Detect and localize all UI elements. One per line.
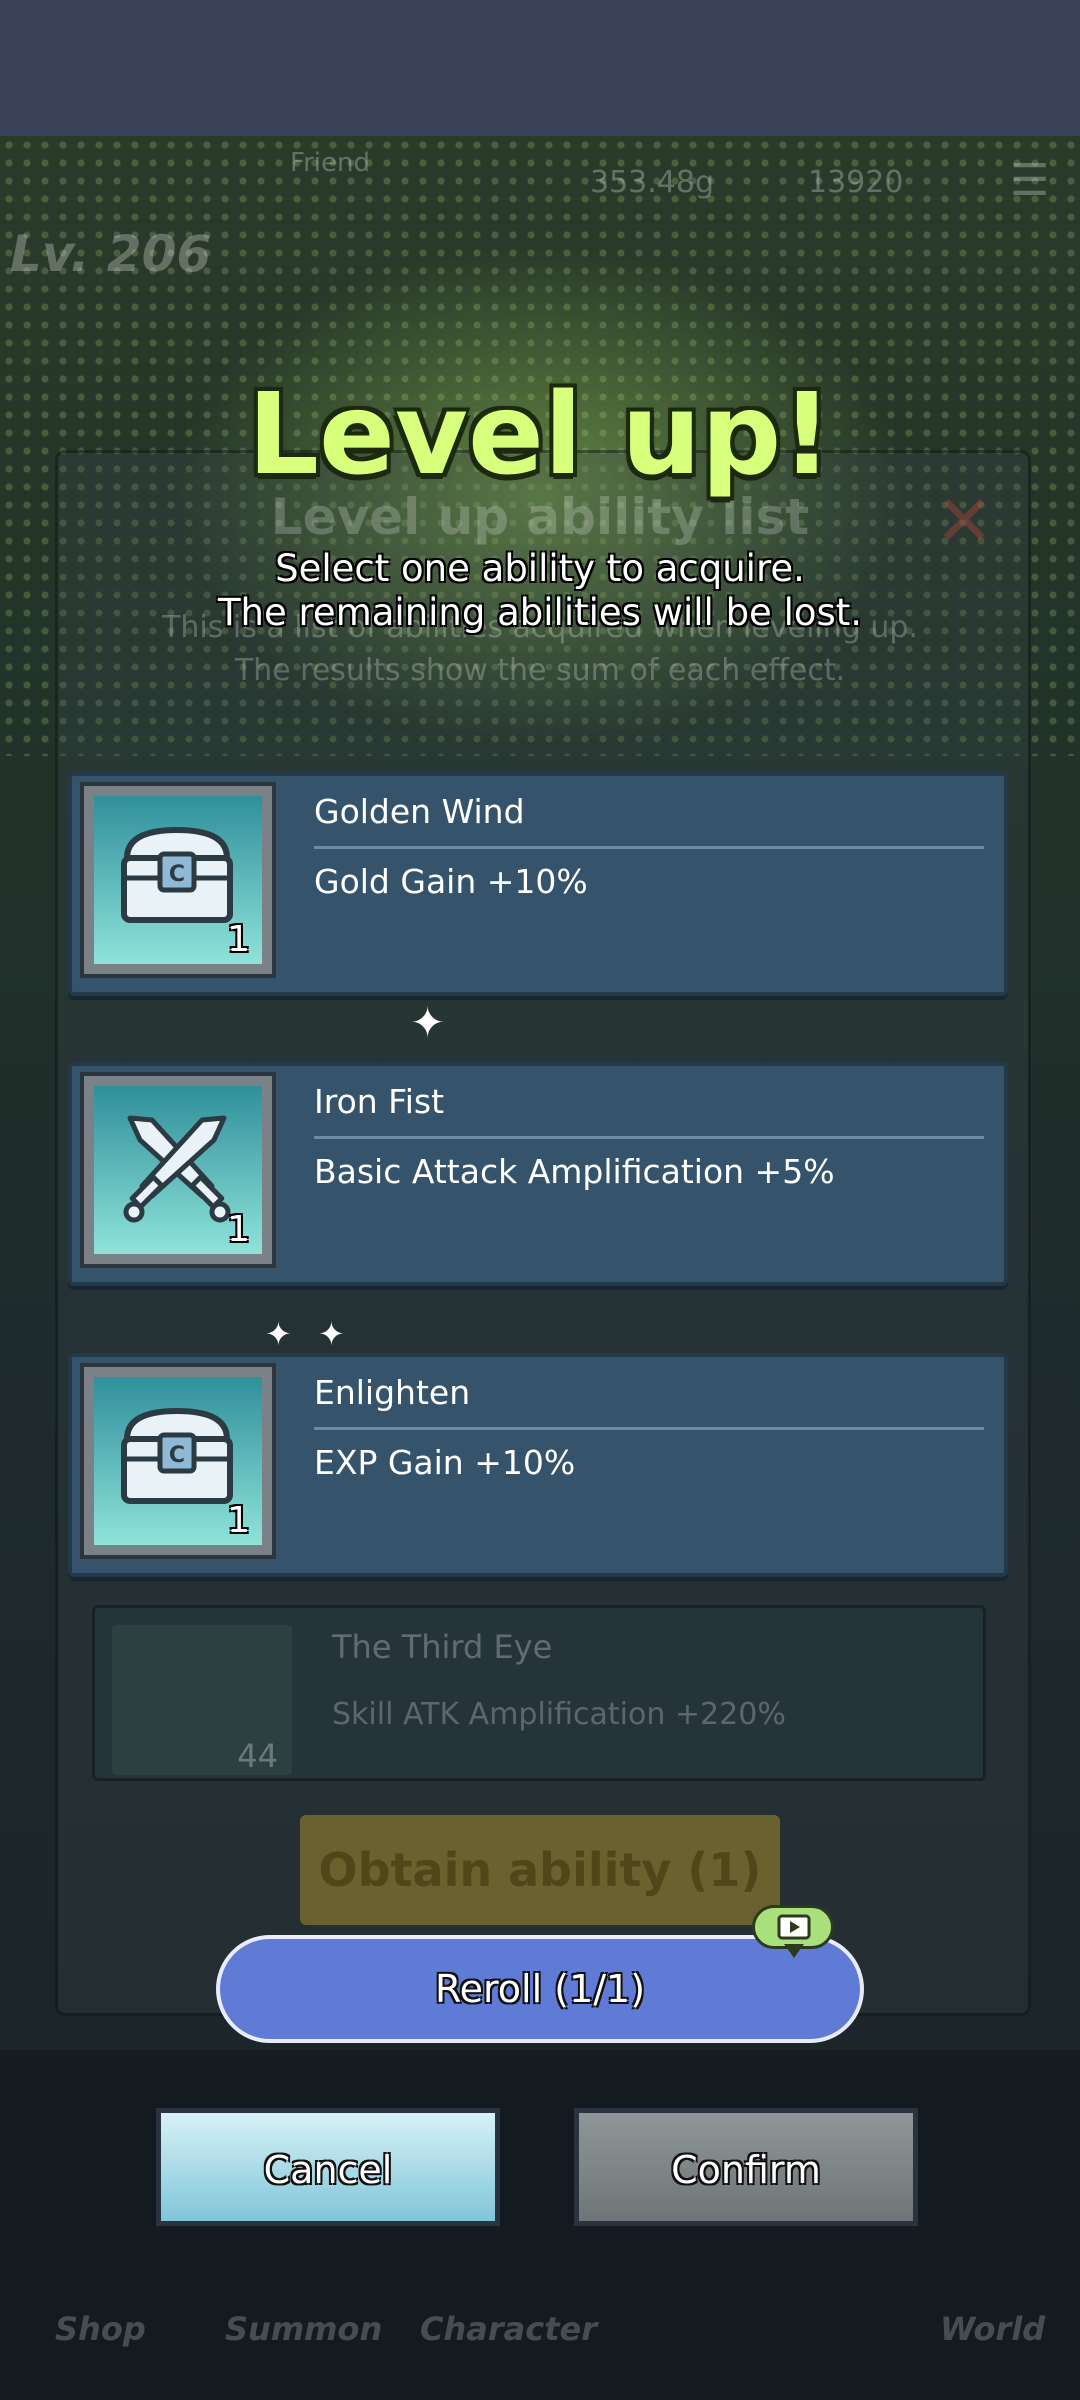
- background-level-label: Lv. 206: [10, 225, 212, 283]
- background-crossed-swords-icon: 44: [112, 1625, 292, 1775]
- treasure-chest-icon: C: [121, 826, 233, 923]
- cancel-button[interactable]: Cancel: [156, 2108, 500, 2226]
- confirm-button[interactable]: Confirm: [574, 2108, 918, 2226]
- watch-ad-badge: [752, 1905, 834, 1949]
- dialog-subtitle-line-2: The remaining abilities will be lost.: [217, 591, 863, 634]
- nav-shop-label: Shop: [55, 2310, 146, 2348]
- nav-world-label: World: [940, 2310, 1046, 2348]
- divider: [314, 846, 984, 849]
- ability-name: Iron Fist: [314, 1082, 445, 1121]
- ability-name: Enlighten: [314, 1373, 471, 1412]
- ability-count: 1: [227, 919, 250, 960]
- top-status-bar: [0, 0, 1080, 136]
- background-gold-amount: 353.48g: [590, 165, 715, 200]
- ability-effect: Gold Gain +10%: [314, 862, 588, 901]
- sparkle-icon: ✦: [318, 1315, 345, 1353]
- ability-card-golden-wind[interactable]: C 1 Golden Wind Gold Gain +10%: [68, 772, 1008, 996]
- divider: [314, 1136, 984, 1139]
- ability-name: Golden Wind: [314, 792, 525, 831]
- background-card-effect: Skill ATK Amplification +220%: [332, 1697, 786, 1732]
- sparkle-icon: ✦: [410, 998, 446, 1047]
- svg-text:C: C: [169, 1443, 185, 1468]
- svg-text:C: C: [169, 862, 185, 887]
- ability-count: 1: [227, 1209, 250, 1250]
- divider: [314, 1427, 984, 1430]
- crossed-swords-icon: [123, 1115, 231, 1223]
- dialog-subtitle-line-1: Select one ability to acquire.: [275, 547, 805, 590]
- background-gem-amount: 13920: [808, 165, 904, 200]
- ability-card-enlighten[interactable]: C 1 Enlighten EXP Gain +10%: [68, 1353, 1008, 1577]
- ability-card-iron-fist[interactable]: 1 Iron Fist Basic Attack Amplification +…: [68, 1062, 1008, 1286]
- ability-icon-frame: C 1: [80, 782, 276, 978]
- background-obtain-label: Obtain ability (1): [318, 1843, 762, 1897]
- ability-icon-frame: 1: [80, 1072, 276, 1268]
- background-obtain-ability-button: Obtain ability (1): [300, 1815, 780, 1925]
- ability-icon-frame: C 1: [80, 1363, 276, 1559]
- ability-count: 1: [227, 1500, 250, 1541]
- background-card-count: 44: [237, 1737, 278, 1775]
- level-up-title: Level up!: [247, 370, 833, 500]
- ad-badge-tail: [784, 1944, 804, 1958]
- reroll-button[interactable]: Reroll (1/1): [216, 1935, 864, 2043]
- menu-icon: ☰: [1010, 155, 1050, 206]
- nav-summon-label: Summon: [225, 2310, 383, 2348]
- play-video-icon: [777, 1914, 811, 1940]
- background-card-name: The Third Eye: [332, 1628, 553, 1666]
- treasure-chest-icon: C: [121, 1407, 233, 1504]
- ability-effect: Basic Attack Amplification +5%: [314, 1152, 835, 1191]
- ability-effect: EXP Gain +10%: [314, 1443, 576, 1482]
- sparkle-icon: ✦: [265, 1315, 292, 1353]
- background-panel-desc-2: The results show the sum of each effect.: [234, 653, 846, 688]
- nav-character-label: Character: [420, 2310, 597, 2348]
- background-friend-label: Friend: [290, 148, 370, 178]
